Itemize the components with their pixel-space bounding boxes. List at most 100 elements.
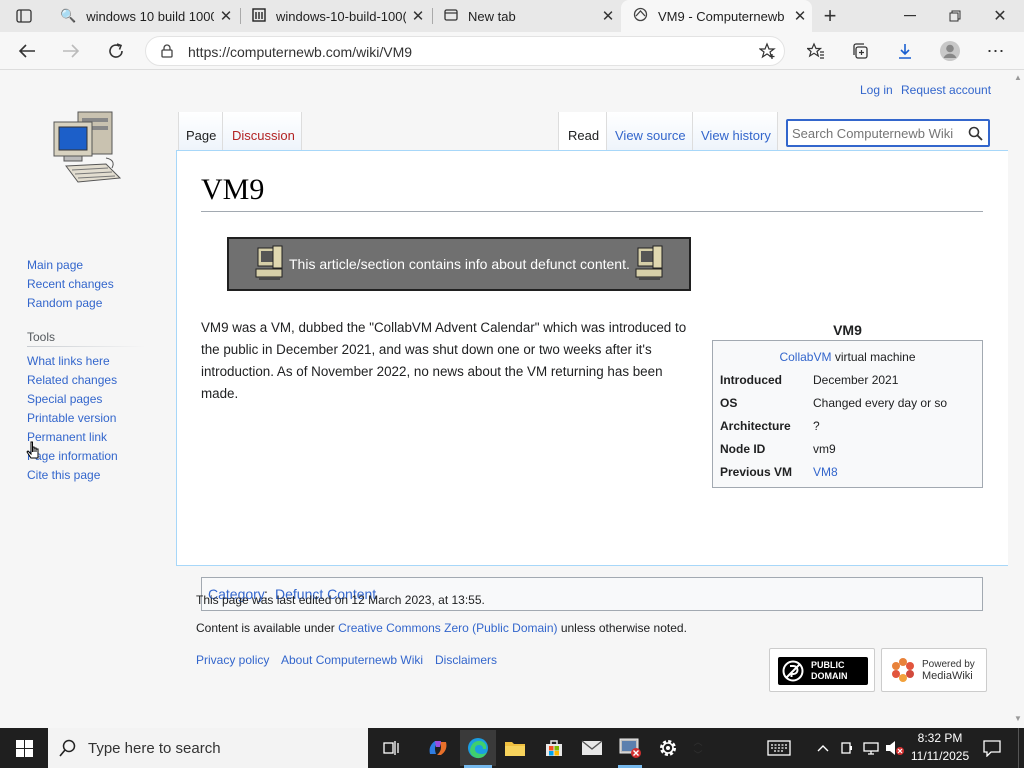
sidebar-item-main-page[interactable]: Main page (27, 258, 83, 272)
sidebar-item-recent-changes[interactable]: Recent changes (27, 277, 114, 291)
mail-icon[interactable] (578, 736, 606, 760)
site-info-icon[interactable] (160, 43, 174, 59)
footer-last-edited: This page was last edited on 12 March 20… (196, 593, 485, 607)
public-domain-badge[interactable]: PUBLIC DOMAIN (769, 648, 875, 692)
edge-browser-icon[interactable] (460, 730, 496, 766)
sidebar-item-what-links-here[interactable]: What links here (27, 354, 110, 368)
tab-read[interactable]: Read (558, 112, 606, 151)
keyboard-icon[interactable] (764, 736, 794, 760)
address-bar[interactable]: https://computernewb.com/wiki/VM9 (145, 36, 785, 66)
wiki-logo[interactable] (48, 108, 128, 194)
infobox-value: vm9 (813, 442, 836, 456)
copilot-icon[interactable] (424, 736, 452, 760)
search-icon (58, 738, 78, 758)
infobox-title: VM9 (833, 322, 862, 338)
close-icon[interactable]: ✕ (406, 7, 430, 25)
window-close-icon[interactable]: ✕ (980, 4, 1020, 28)
favorite-add-icon[interactable] (758, 42, 778, 60)
sidebar-item-random-page[interactable]: Random page (27, 296, 102, 310)
page-scrollbar[interactable]: ▲ ▼ (1012, 70, 1024, 728)
new-tab-page-icon (444, 8, 458, 25)
tab-page[interactable]: Page (178, 112, 222, 150)
profile-avatar[interactable] (938, 39, 962, 63)
wiki-search-input[interactable] (792, 124, 960, 142)
tab-view-history[interactable]: View history (692, 112, 778, 150)
sidebar-item-cite-this-page[interactable]: Cite this page (27, 468, 100, 482)
more-menu-icon[interactable]: ⋯ (984, 39, 1008, 63)
restore-icon[interactable] (935, 4, 975, 28)
search-icon[interactable] (966, 124, 984, 142)
tab-title: New tab (468, 8, 516, 24)
license-link[interactable]: Creative Commons Zero (Public Domain) (338, 621, 557, 635)
notification-center-icon[interactable] (978, 736, 1006, 760)
footer-privacy-policy-link[interactable]: Privacy policy (196, 653, 269, 667)
tab-discussion[interactable]: Discussion (222, 112, 302, 150)
tab-page-label: Page (186, 128, 217, 143)
close-icon[interactable]: ✕ (596, 7, 620, 25)
show-hidden-icons-chevron[interactable] (814, 736, 832, 760)
virtual-machine-app-icon[interactable] (616, 736, 644, 760)
page-title: VM9 (201, 173, 265, 206)
tab-1[interactable]: 🔍 windows 10 build 1000 ✕ (48, 0, 238, 32)
taskbar-search[interactable]: Type here to search (48, 728, 368, 768)
wiki-search-box (786, 119, 990, 147)
wiki-favicon-icon (633, 7, 648, 25)
scroll-down-arrow-icon[interactable]: ▼ (1014, 714, 1022, 723)
pd-line-2: DOMAIN (811, 671, 848, 681)
chevron-down-icon[interactable]: ﹀ (693, 748, 702, 761)
close-icon[interactable]: ✕ (214, 7, 238, 25)
scroll-up-arrow-icon[interactable]: ▲ (1014, 73, 1022, 82)
tab-title: windows 10 build 1000 (86, 8, 214, 24)
web-page: Log in Request account Page Discussion R… (0, 70, 1024, 728)
footer-license: Content is available under Creative Comm… (196, 621, 687, 635)
show-desktop-strip[interactable] (1018, 728, 1024, 768)
downloads-icon[interactable] (893, 39, 917, 63)
network-icon[interactable] (861, 736, 881, 760)
powered-by-mediawiki-badge[interactable]: Powered by MediaWiki (881, 648, 987, 692)
taskbar-scroll-arrows-icon[interactable]: ︿ ﹀ (690, 730, 706, 766)
tab-4-active[interactable]: VM9 - Computernewb ✕ (621, 0, 812, 32)
forward-icon[interactable] (58, 39, 84, 63)
request-account-link[interactable]: Request account (901, 83, 991, 97)
sidebar-item-special-pages[interactable]: Special pages (27, 392, 102, 406)
sidebar-item-printable-version[interactable]: Printable version (27, 411, 116, 425)
refresh-icon[interactable] (103, 39, 129, 63)
tab-view-history-label: View history (701, 128, 771, 143)
settings-gear-icon[interactable] (654, 736, 682, 760)
tray-device-icon[interactable] (838, 736, 856, 760)
new-tab-button[interactable]: + (818, 3, 842, 28)
collabvm-link[interactable]: CollabVM (779, 350, 831, 364)
windows-start-icon[interactable] (0, 728, 48, 768)
back-icon[interactable] (14, 39, 40, 63)
mediawiki-flower-icon (888, 655, 918, 690)
close-icon[interactable]: ✕ (788, 7, 812, 25)
previous-vm-link[interactable]: VM8 (813, 465, 838, 479)
old-computer-icon (634, 245, 664, 290)
file-explorer-icon[interactable] (501, 736, 529, 760)
tab-2[interactable]: windows-10-build-100( ✕ (240, 0, 430, 32)
minimize-icon[interactable] (890, 4, 930, 28)
volume-muted-icon[interactable] (884, 736, 906, 760)
login-link[interactable]: Log in (860, 83, 893, 97)
tab-title: windows-10-build-100( (276, 8, 406, 24)
clock-time[interactable]: 8:32 PM (906, 731, 974, 745)
infobox: CollabVM virtual machine Introduced Dece… (712, 340, 983, 488)
tab-3[interactable]: New tab ✕ (432, 0, 620, 32)
infobox-value: ? (813, 419, 820, 433)
mw-line-2: MediaWiki (922, 670, 973, 682)
tab-actions-icon[interactable] (12, 6, 36, 26)
collections-icon[interactable] (848, 39, 872, 63)
footer-license-pre: Content is available under (196, 621, 339, 635)
sidebar-item-related-changes[interactable]: Related changes (27, 373, 117, 387)
footer-about-link[interactable]: About Computernewb Wiki (281, 653, 423, 667)
infobox-key: Previous VM (720, 465, 793, 479)
infobox-key: Node ID (720, 442, 766, 456)
chevron-up-icon[interactable]: ︿ (693, 735, 702, 748)
footer-disclaimers-link[interactable]: Disclaimers (435, 653, 497, 667)
clock-date[interactable]: 11/11/2025 (906, 749, 974, 763)
task-view-icon[interactable] (378, 736, 406, 760)
defunct-banner: This article/section contains info about… (227, 237, 691, 291)
tab-view-source[interactable]: View source (606, 112, 692, 150)
microsoft-store-icon[interactable] (540, 736, 568, 760)
favorites-icon[interactable] (804, 39, 828, 63)
